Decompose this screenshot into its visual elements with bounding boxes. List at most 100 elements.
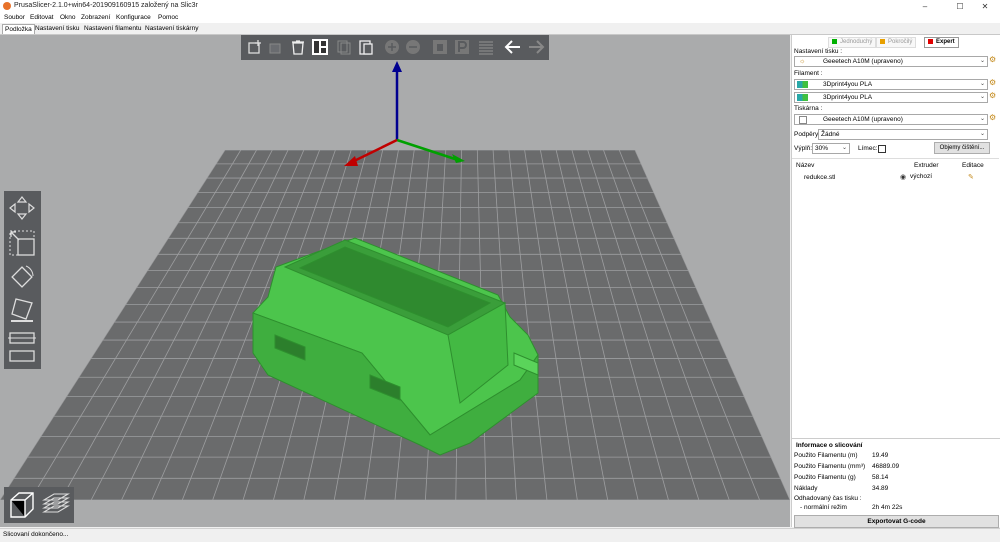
- delete-all-icon[interactable]: [289, 38, 307, 56]
- arrange-icon[interactable]: [311, 38, 329, 56]
- mode-simple-button[interactable]: Jednoduchý: [828, 37, 877, 48]
- printer-icon: [799, 116, 807, 124]
- menu-view[interactable]: Zobrazení: [81, 14, 110, 21]
- mode-advanced-label: Pokročilý: [888, 39, 913, 45]
- purge-volumes-button[interactable]: Objemy čištění...: [934, 142, 990, 154]
- menu-window[interactable]: Okno: [60, 14, 76, 21]
- filament-combo-2[interactable]: 3Dprint4you PLA ⌄: [794, 92, 988, 103]
- z-axis-arrow: [392, 61, 402, 72]
- paste-icon[interactable]: [357, 38, 375, 56]
- print-settings-label: Nastavení tisku :: [794, 48, 843, 55]
- add-icon[interactable]: [246, 38, 264, 56]
- 3d-viewport[interactable]: [0, 35, 790, 527]
- object-list-header-name: Název: [796, 162, 815, 169]
- mode-advanced-button[interactable]: Pokročilý: [876, 37, 917, 48]
- infill-value: 30%: [815, 145, 829, 152]
- place-on-face-icon[interactable]: [8, 295, 36, 325]
- gear-icon[interactable]: ⚙: [989, 78, 996, 88]
- chevron-down-icon: ⌄: [979, 94, 985, 100]
- status-bar: Slicovaní dokončeno...: [0, 528, 1000, 542]
- chevron-down-icon: ⌄: [979, 81, 985, 87]
- close-button[interactable]: ✕: [970, 0, 1000, 13]
- chevron-down-icon: ⌄: [841, 145, 847, 151]
- filament-combo-1[interactable]: 3Dprint4you PLA ⌄: [794, 79, 988, 90]
- info-normal-mode-label: - normální režim: [800, 504, 847, 511]
- print-settings-value: Geeetech A10M (upraveno): [823, 58, 903, 65]
- gear-icon[interactable]: ⚙: [989, 55, 996, 65]
- info-filament-mm3-value: 46889.09: [872, 463, 900, 470]
- eye-icon[interactable]: ◉: [900, 173, 906, 181]
- menu-help[interactable]: Pomoc: [158, 14, 178, 21]
- print-settings-combo[interactable]: ☼ Geeetech A10M (upraveno) ⌄: [794, 56, 988, 67]
- supports-combo[interactable]: Žádné ⌄: [818, 129, 988, 140]
- printer-label: Tiskárna :: [794, 105, 823, 112]
- rotate-icon[interactable]: [8, 263, 36, 291]
- supports-label: Podpěry:: [794, 131, 821, 138]
- slicing-info-header: Informace o slicování: [796, 442, 863, 449]
- menu-configuration[interactable]: Konfigurace: [116, 14, 151, 21]
- infill-label: Výplň:: [794, 145, 813, 152]
- filament-label: Filament :: [794, 70, 823, 77]
- split-parts-icon[interactable]: [453, 38, 471, 56]
- mode-expert-button[interactable]: Expert: [924, 37, 959, 48]
- layers-editing-icon[interactable]: [477, 38, 495, 56]
- top-toolbar: [241, 35, 549, 60]
- tab-printer-settings[interactable]: Nastavení tiskárny: [143, 24, 200, 33]
- minimize-button[interactable]: –: [910, 0, 940, 13]
- object-list-header-extruder: Extruder: [914, 162, 939, 169]
- move-icon[interactable]: [8, 195, 36, 221]
- filament-value-2: 3Dprint4you PLA: [823, 94, 873, 101]
- copy-icon[interactable]: [335, 38, 353, 56]
- slicing-info-panel: Informace o slicování Použito Filamentu …: [792, 438, 1000, 515]
- tab-filament-settings[interactable]: Nastavení filamentu: [82, 24, 143, 33]
- tab-plater[interactable]: Podložka: [2, 24, 35, 34]
- menu-bar: Soubor Editovat Okno Zobrazení Konfigura…: [0, 13, 1000, 23]
- delete-icon[interactable]: [267, 38, 285, 56]
- chevron-down-icon: ⌄: [979, 131, 985, 137]
- add-instance-icon[interactable]: [383, 38, 401, 56]
- cut-icon[interactable]: [8, 331, 36, 345]
- preview-icon[interactable]: [41, 490, 71, 520]
- supports-value: Žádné: [821, 131, 840, 138]
- tab-bar: Podložka Nastavení tisku Nastavení filam…: [0, 23, 1000, 35]
- title-bar: PrusaSlicer-2.1.0+win64-201909160915 zal…: [0, 0, 1000, 13]
- object-list[interactable]: Název Extruder Editace redukce.stl ◉ výc…: [792, 158, 999, 437]
- info-filament-g-value: 58.14: [872, 474, 889, 481]
- gear-icon[interactable]: ⚙: [989, 91, 996, 101]
- window-title: PrusaSlicer-2.1.0+win64-201909160915 zal…: [14, 2, 198, 9]
- chevron-down-icon: ⌄: [979, 58, 985, 64]
- brim-checkbox[interactable]: [878, 145, 886, 153]
- undo-icon[interactable]: [504, 38, 522, 56]
- info-filament-mm3-label: Použito Filamentu (mm³): [794, 463, 866, 470]
- status-text: Slicovaní dokončeno...: [3, 531, 69, 538]
- 3d-view-icon[interactable]: [7, 490, 37, 520]
- infill-combo[interactable]: 30% ⌄: [812, 143, 850, 154]
- sla-support-icon[interactable]: [8, 349, 36, 363]
- info-time-value: 2h 4m 22s: [872, 504, 903, 511]
- info-cost-value: 34.89: [872, 485, 889, 492]
- right-sidebar: Jednoduchý Pokročilý Expert Nastavení ti…: [791, 35, 1000, 528]
- plater-scene: [0, 61, 790, 500]
- menu-edit[interactable]: Editovat: [30, 14, 54, 21]
- chevron-down-icon: ⌄: [979, 116, 985, 122]
- gear-icon[interactable]: ⚙: [989, 113, 996, 123]
- split-objects-icon[interactable]: [431, 38, 449, 56]
- view-toggle-bar: [4, 487, 74, 523]
- redo-icon[interactable]: [527, 38, 545, 56]
- mode-expert-label: Expert: [936, 39, 955, 45]
- remove-instance-icon[interactable]: [404, 38, 422, 56]
- object-name[interactable]: redukce.stl: [804, 174, 835, 181]
- edit-icon[interactable]: ✎: [968, 173, 974, 181]
- info-filament-g-label: Použito Filamentu (g): [794, 474, 856, 481]
- object-extruder[interactable]: výchozí: [910, 173, 932, 180]
- printer-combo[interactable]: Geeetech A10M (upraveno) ⌄: [794, 114, 988, 125]
- info-filament-m-value: 19.49: [872, 452, 889, 459]
- scale-icon[interactable]: [8, 229, 36, 257]
- tab-print-settings[interactable]: Nastavení tisku: [33, 24, 81, 33]
- filament-value-1: 3Dprint4you PLA: [823, 81, 873, 88]
- filament-color-swatch: [797, 94, 808, 101]
- export-gcode-button[interactable]: Exportovat G-code: [794, 515, 999, 528]
- printer-value: Geeetech A10M (upraveno): [823, 116, 903, 123]
- brim-label: Límec:: [858, 145, 878, 152]
- menu-file[interactable]: Soubor: [4, 14, 25, 21]
